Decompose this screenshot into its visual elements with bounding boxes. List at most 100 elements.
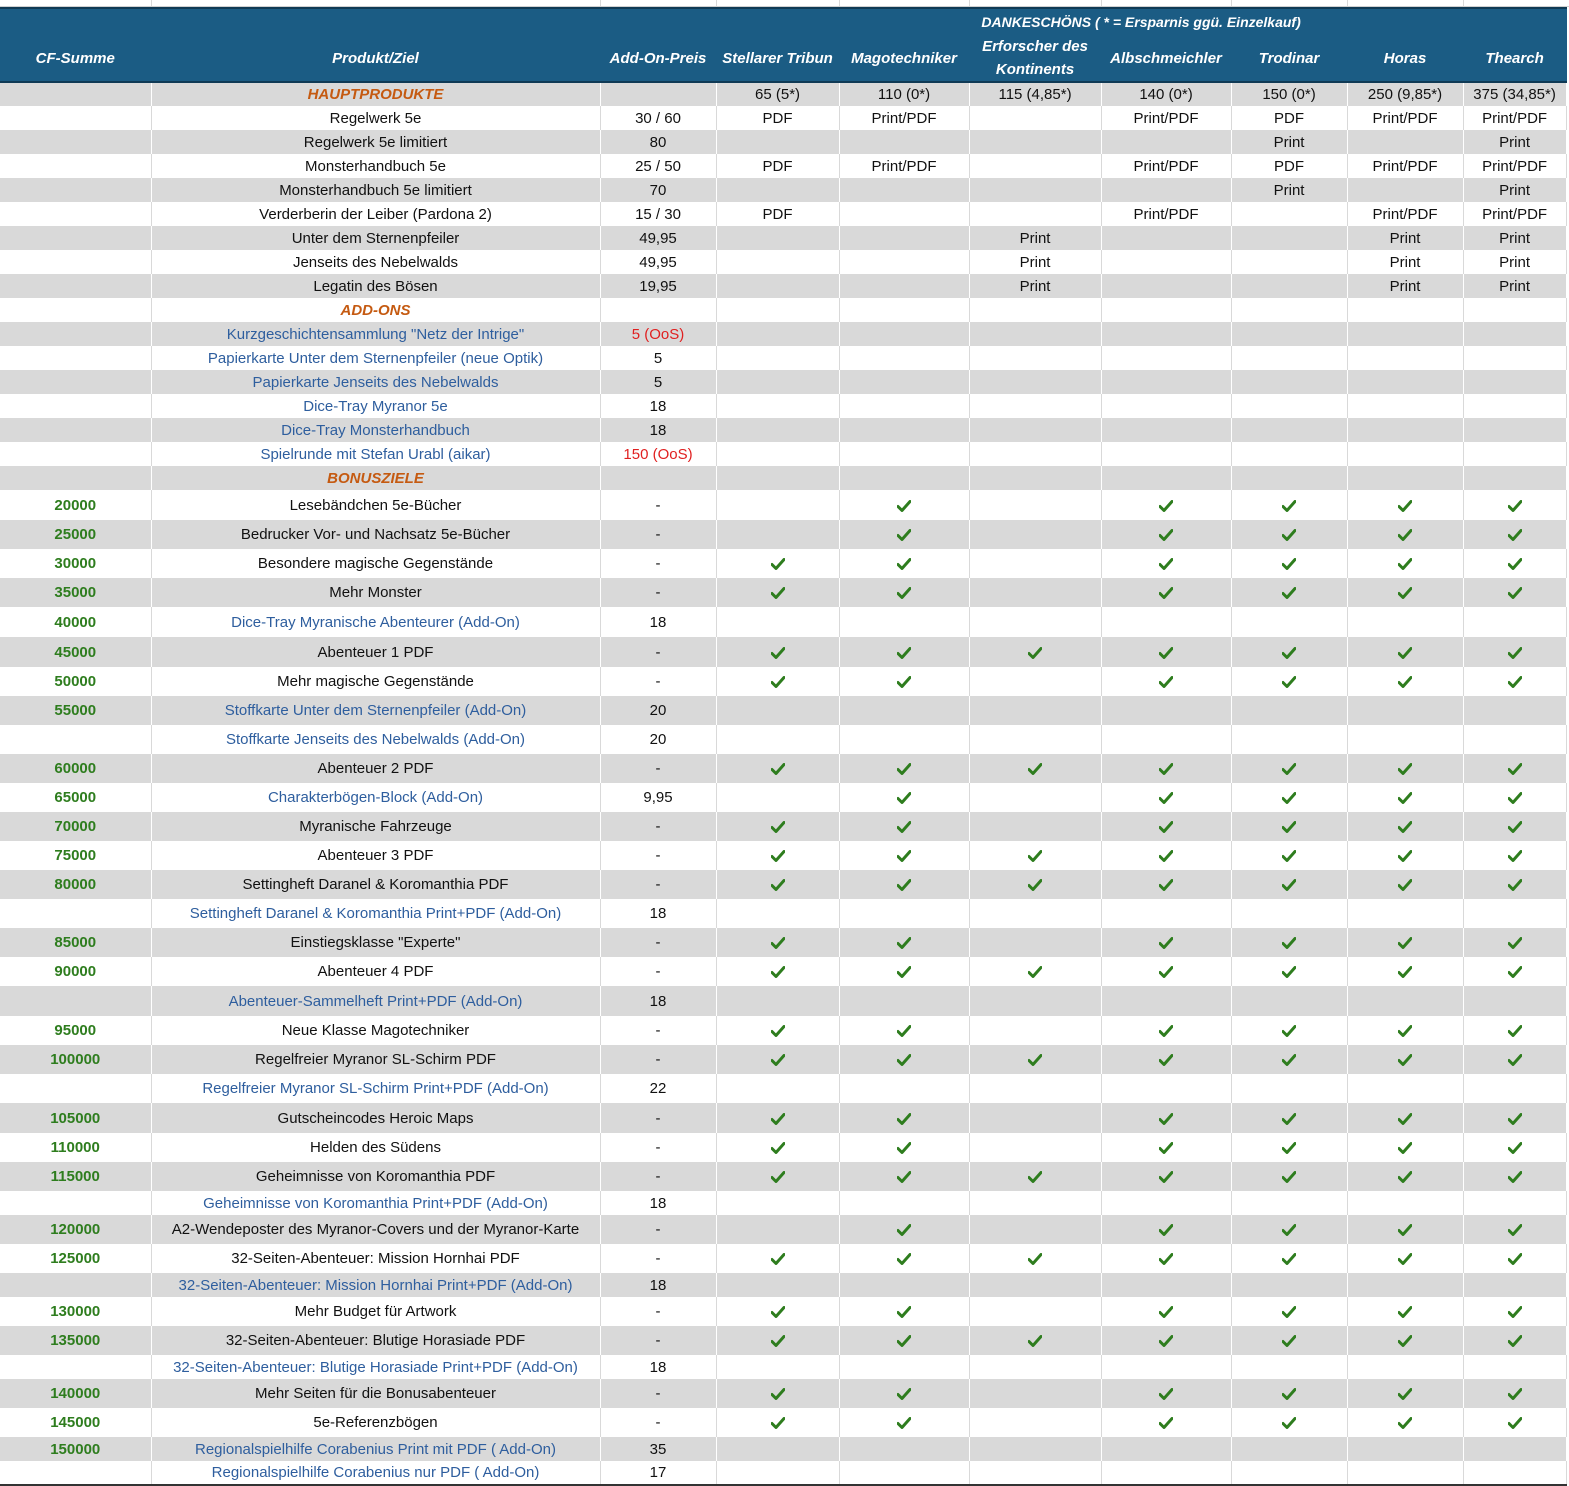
cell-produkt[interactable]: Dice-Tray Monsterhandbuch xyxy=(151,418,601,442)
cell-reward[interactable] xyxy=(1347,1437,1464,1461)
cell-reward[interactable]: PDF xyxy=(1231,154,1348,178)
cell-reward[interactable] xyxy=(1231,1215,1348,1244)
cell-reward[interactable]: Print xyxy=(969,274,1102,298)
col-header-thearch[interactable]: Thearch xyxy=(1463,35,1567,83)
cell-addon-preis[interactable]: 9,95 xyxy=(600,783,717,812)
cell-reward[interactable] xyxy=(1101,1408,1232,1437)
cell-produkt[interactable]: Myranische Fahrzeuge xyxy=(151,812,601,841)
cell-reward[interactable] xyxy=(969,1461,1102,1486)
cell-reward[interactable] xyxy=(1347,1074,1464,1103)
cell-reward[interactable] xyxy=(1347,754,1464,783)
cell-reward[interactable]: Print/PDF xyxy=(1463,202,1567,226)
cell-cf-summe[interactable]: 95000 xyxy=(0,1016,152,1045)
cell-reward[interactable] xyxy=(1231,841,1348,870)
cell-cf-summe[interactable] xyxy=(0,418,152,442)
cell-reward[interactable] xyxy=(969,928,1102,957)
cell-reward[interactable] xyxy=(1231,466,1348,490)
cell-reward[interactable] xyxy=(716,1016,840,1045)
cell-reward[interactable] xyxy=(1231,637,1348,667)
col-header-trodinar[interactable]: Trodinar xyxy=(1231,35,1348,83)
cell-reward[interactable]: Print xyxy=(969,250,1102,274)
cell-cf-summe[interactable] xyxy=(0,226,152,250)
cell-reward[interactable] xyxy=(839,1408,970,1437)
cell-reward[interactable] xyxy=(839,957,970,986)
cell-reward[interactable] xyxy=(1463,418,1567,442)
cell-reward[interactable] xyxy=(1347,637,1464,667)
cell-reward[interactable] xyxy=(1231,578,1348,607)
cell-reward[interactable] xyxy=(716,928,840,957)
col-header-magotechniker[interactable]: Magotechniker xyxy=(839,35,970,83)
cell-addon-preis[interactable] xyxy=(600,298,717,322)
cell-reward[interactable] xyxy=(839,928,970,957)
cell-reward[interactable] xyxy=(716,870,840,899)
cell-reward[interactable] xyxy=(1231,1244,1348,1273)
cell-addon-preis[interactable]: 19,95 xyxy=(600,274,717,298)
cell-addon-preis[interactable]: 70 xyxy=(600,178,717,202)
cell-reward[interactable] xyxy=(1101,1326,1232,1355)
cell-reward[interactable] xyxy=(839,1244,970,1273)
cell-reward[interactable] xyxy=(716,1244,840,1273)
cell-reward[interactable] xyxy=(969,1191,1102,1215)
cell-reward[interactable] xyxy=(716,986,840,1016)
cell-reward[interactable] xyxy=(1347,490,1464,520)
cell-produkt[interactable]: Mehr magische Gegenstände xyxy=(151,667,601,696)
cell-reward[interactable] xyxy=(839,250,970,274)
cell-reward[interactable] xyxy=(1463,1297,1567,1326)
cell-reward[interactable]: Print/PDF xyxy=(1347,202,1464,226)
cell-reward[interactable]: Print/PDF xyxy=(1101,106,1232,130)
cell-addon-preis[interactable]: 18 xyxy=(600,1355,717,1379)
cell-reward[interactable] xyxy=(1463,1355,1567,1379)
cell-reward[interactable] xyxy=(1347,899,1464,928)
cell-addon-preis[interactable]: - xyxy=(600,667,717,696)
cell-addon-preis[interactable]: 150 (OoS) xyxy=(600,442,717,466)
cell-produkt[interactable]: Regelwerk 5e xyxy=(151,106,601,130)
cell-reward[interactable] xyxy=(1231,725,1348,754)
cell-reward[interactable] xyxy=(716,442,840,466)
cell-produkt[interactable]: Papierkarte Unter dem Sternenpfeiler (ne… xyxy=(151,346,601,370)
cell-produkt[interactable]: Unter dem Sternenpfeiler xyxy=(151,226,601,250)
cell-reward[interactable] xyxy=(1463,1244,1567,1273)
cell-reward[interactable]: Print/PDF xyxy=(1347,154,1464,178)
cell-reward[interactable] xyxy=(969,870,1102,899)
cell-reward[interactable] xyxy=(1101,1103,1232,1133)
cell-reward[interactable] xyxy=(716,812,840,841)
cell-reward[interactable] xyxy=(969,442,1102,466)
cell-addon-preis[interactable]: 18 xyxy=(600,1191,717,1215)
cell-reward[interactable] xyxy=(1463,520,1567,549)
cell-reward[interactable] xyxy=(839,1074,970,1103)
cell-addon-preis[interactable]: - xyxy=(600,1016,717,1045)
cell-reward[interactable] xyxy=(839,637,970,667)
cell-reward[interactable] xyxy=(1101,783,1232,812)
cell-reward[interactable]: 65 (5*) xyxy=(716,82,840,106)
cell-reward[interactable] xyxy=(716,667,840,696)
cell-reward[interactable] xyxy=(1101,418,1232,442)
cell-addon-preis[interactable]: - xyxy=(600,1379,717,1408)
cell-reward[interactable] xyxy=(1463,841,1567,870)
cell-produkt[interactable]: Kurzgeschichtensammlung "Netz der Intrig… xyxy=(151,322,601,346)
cell-reward[interactable] xyxy=(1231,696,1348,725)
cell-reward[interactable] xyxy=(969,1437,1102,1461)
cell-reward[interactable]: Print/PDF xyxy=(1463,106,1567,130)
cell-reward[interactable] xyxy=(1231,1408,1348,1437)
cell-produkt[interactable]: 5e-Referenzbögen xyxy=(151,1408,601,1437)
cell-produkt[interactable]: Verderberin der Leiber (Pardona 2) xyxy=(151,202,601,226)
cell-reward[interactable] xyxy=(1463,637,1567,667)
cell-reward[interactable] xyxy=(969,466,1102,490)
cell-reward[interactable] xyxy=(1231,607,1348,637)
cell-reward[interactable] xyxy=(1101,250,1232,274)
cell-reward[interactable] xyxy=(1101,957,1232,986)
cell-reward[interactable] xyxy=(716,1191,840,1215)
cell-addon-preis[interactable]: 18 xyxy=(600,418,717,442)
cell-addon-preis[interactable]: 18 xyxy=(600,986,717,1016)
cell-reward[interactable] xyxy=(716,754,840,783)
cell-reward[interactable] xyxy=(969,667,1102,696)
cell-reward[interactable] xyxy=(839,1437,970,1461)
cell-reward[interactable] xyxy=(969,1074,1102,1103)
cell-addon-preis[interactable]: - xyxy=(600,520,717,549)
cell-produkt[interactable]: Abenteuer 3 PDF xyxy=(151,841,601,870)
cell-reward[interactable] xyxy=(839,322,970,346)
cell-reward[interactable] xyxy=(1101,578,1232,607)
cell-cf-summe[interactable] xyxy=(0,274,152,298)
cell-reward[interactable] xyxy=(1347,1273,1464,1297)
cell-reward[interactable] xyxy=(1101,754,1232,783)
